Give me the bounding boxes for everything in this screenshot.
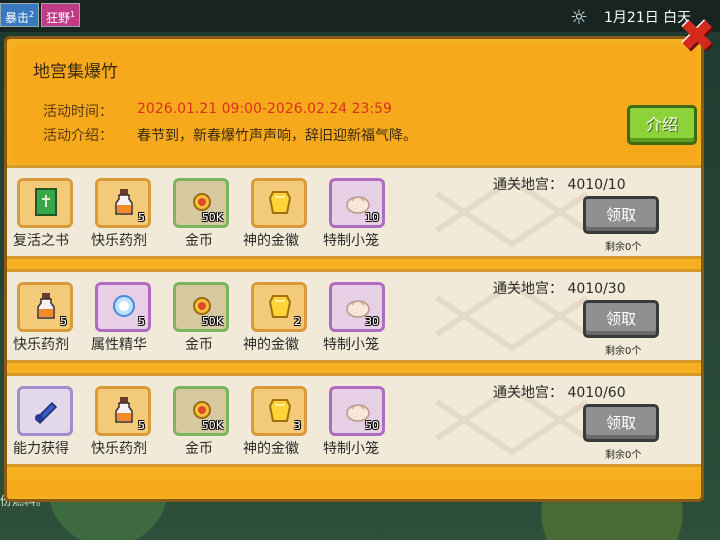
item-name: 能力获得 [13, 441, 69, 457]
green-book-icon [32, 187, 60, 217]
golden-badge-icon [266, 291, 294, 321]
sun-icon: ☼ [570, 5, 588, 29]
item-name: 特制小笼 [323, 337, 379, 353]
item-quantity: 2 [294, 315, 301, 328]
event-time-label: 活动时间： [43, 104, 113, 120]
dungeon-requirement: 通关地宫： 4010/30 [493, 281, 626, 297]
reward-item-slot[interactable]: 5 [95, 178, 151, 228]
top-status-bar: 暴击2 狂野1 ☼ 1月21日 白天 [0, 0, 720, 32]
item-quantity: 50K [201, 315, 223, 328]
potion-bottle-icon [110, 187, 138, 217]
potion-bottle-icon [32, 291, 60, 321]
item-name: 快乐药剂 [91, 233, 147, 249]
item-quantity: 5 [138, 315, 145, 328]
reward-item-slot[interactable]: 5 [95, 386, 151, 436]
claim-button[interactable]: 领取 [583, 300, 659, 338]
item-quantity: 5 [138, 419, 145, 432]
item-quantity: 5 [60, 315, 67, 328]
item-name: 属性精华 [91, 337, 147, 353]
item-quantity: 50K [201, 419, 223, 432]
event-desc-value: 春节到，新春爆竹声声响，辞旧迎新福气降。 [137, 128, 417, 144]
reward-item-slot[interactable]: 5 [95, 282, 151, 332]
reward-item-slot[interactable]: 30 [329, 282, 385, 332]
panel-footer [7, 479, 701, 497]
reward-row: 能力获得 5 快乐药剂 50K 金币 3 神的金徽 50 特制小笼 通关地宫： 4010/60 领取… [7, 373, 701, 467]
blue-scroll-icon [32, 395, 60, 425]
reward-item-slot[interactable]: 50K [173, 178, 229, 228]
event-header: 地宫集爆竹 活动时间： 2026.01.21 09:00-2026.02.24 … [13, 45, 697, 163]
item-quantity: 50K [201, 211, 223, 224]
dungeon-requirement: 通关地宫： 4010/10 [493, 177, 626, 193]
reward-row: 复活之书 5 快乐药剂 50K 金币 神的金徽 10 特制小笼 通关地宫： 4010/10 领取剩… [7, 165, 701, 259]
reward-item-slot[interactable]: 5 [17, 282, 73, 332]
item-name: 特制小笼 [323, 441, 379, 457]
claim-button[interactable]: 领取 [583, 404, 659, 442]
reward-item-slot[interactable]: 3 [251, 386, 307, 436]
item-name: 快乐药剂 [13, 337, 69, 353]
item-name: 特制小笼 [323, 233, 379, 249]
reward-item-slot[interactable]: 10 [329, 178, 385, 228]
remaining-count: 剩余0个 [605, 242, 642, 253]
buff-label: 暴击 [5, 11, 30, 25]
close-x-icon[interactable]: ✖ [678, 15, 716, 59]
event-panel: 地宫集爆竹 活动时间： 2026.01.21 09:00-2026.02.24 … [4, 36, 704, 502]
buff-level: 1 [70, 10, 76, 19]
reward-row: 5 快乐药剂 5 属性精华 50K 金币 2 神的金徽 30 特制小笼 通关地宫： 4010/30 领… [7, 269, 701, 363]
item-name: 复活之书 [13, 233, 69, 249]
item-quantity: 5 [138, 211, 145, 224]
item-name: 快乐药剂 [91, 441, 147, 457]
remaining-count: 剩余0个 [605, 450, 642, 461]
reward-item-slot[interactable]: 2 [251, 282, 307, 332]
claim-button[interactable]: 领取 [583, 196, 659, 234]
buff-crit[interactable]: 暴击2 [0, 3, 40, 27]
reward-item-slot[interactable] [17, 178, 73, 228]
dungeon-requirement: 通关地宫： 4010/60 [493, 385, 626, 401]
item-quantity: 30 [365, 315, 379, 328]
event-time-value: 2026.01.21 09:00-2026.02.24 23:59 [137, 101, 392, 117]
item-quantity: 50 [365, 419, 379, 432]
item-name: 神的金徽 [243, 337, 299, 353]
reward-item-slot[interactable] [17, 386, 73, 436]
reward-item-slot[interactable] [251, 178, 307, 228]
reward-item-slot[interactable]: 50K [173, 386, 229, 436]
blue-essence-icon [110, 291, 138, 321]
event-title: 地宫集爆竹 [33, 62, 118, 82]
intro-button[interactable]: 介绍 [627, 105, 697, 145]
golden-badge-icon [266, 395, 294, 425]
event-desc-label: 活动介绍： [43, 128, 113, 144]
item-name: 神的金徽 [243, 233, 299, 249]
reward-item-slot[interactable]: 50 [329, 386, 385, 436]
potion-bottle-icon [110, 395, 138, 425]
reward-item-slot[interactable]: 50K [173, 282, 229, 332]
golden-badge-icon [266, 187, 294, 217]
item-quantity: 10 [365, 211, 379, 224]
item-quantity: 3 [294, 419, 301, 432]
remaining-count: 剩余0个 [605, 346, 642, 357]
item-name: 神的金徽 [243, 441, 299, 457]
buff-label: 狂野 [46, 11, 71, 25]
buff-level: 2 [29, 10, 35, 19]
buff-wild[interactable]: 狂野1 [41, 3, 81, 27]
